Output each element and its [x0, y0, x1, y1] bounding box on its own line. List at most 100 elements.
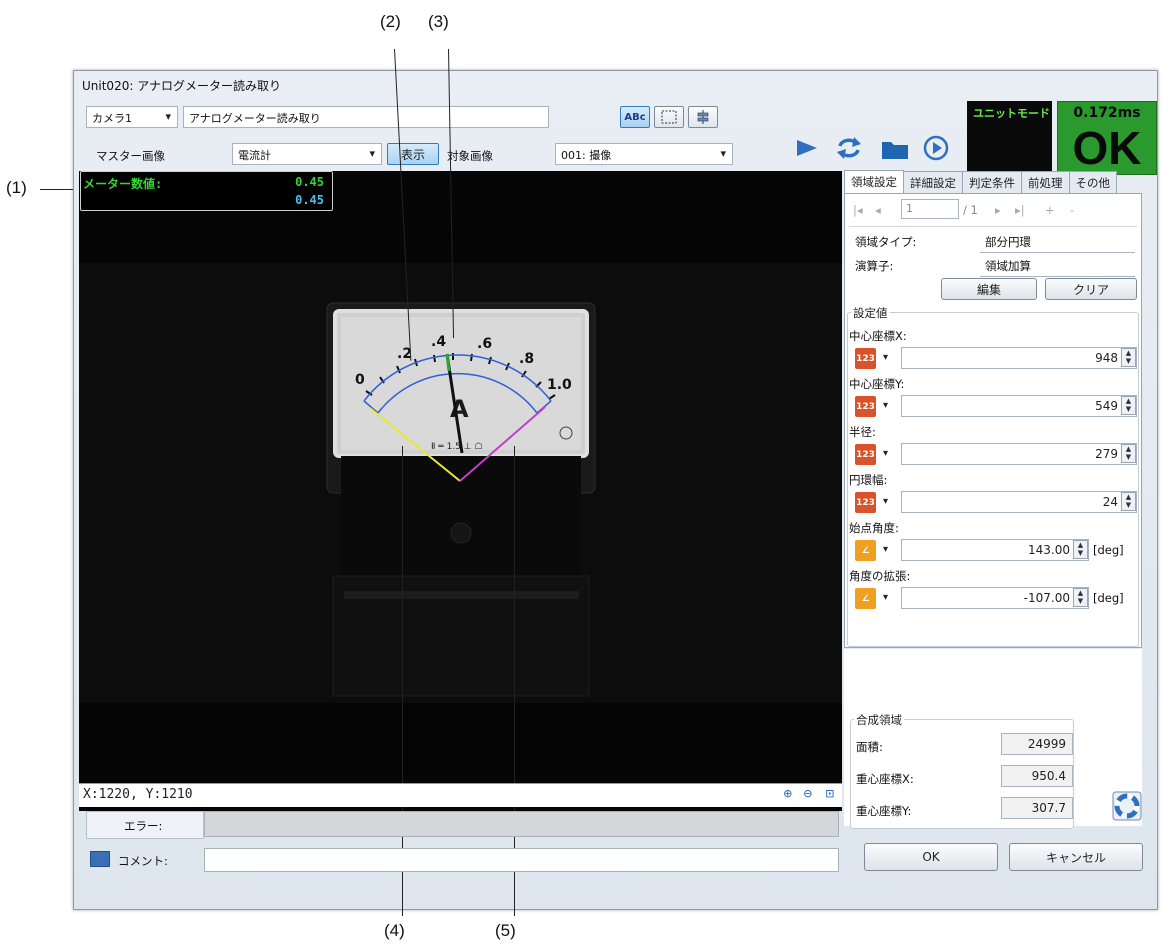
start-angle-input[interactable]: 143.00 [901, 539, 1089, 561]
nav-page-input[interactable]: 1 [901, 199, 959, 219]
operator-value: 領域加算 [985, 259, 1031, 273]
callout-1: (1) [6, 178, 27, 197]
target-image-label: 対象画像 [447, 149, 493, 163]
edit-button[interactable]: 編集 [941, 278, 1037, 300]
chevron-down-icon[interactable]: ▾ [883, 592, 888, 603]
abc-button[interactable]: ABc [620, 106, 650, 128]
master-image-select[interactable]: 電流計 [232, 143, 382, 165]
param-value: 24 [1102, 495, 1118, 509]
abc-button-label: ABc [624, 111, 646, 123]
123-icon[interactable]: 123 [855, 492, 876, 513]
nav-prev-icon[interactable]: ◂ [875, 203, 881, 217]
region-type-value: 部分円環 [985, 235, 1031, 249]
nav-total: / 1 [963, 203, 978, 217]
spinner[interactable]: ▲ ▼ [1073, 588, 1088, 607]
comment-input[interactable] [204, 848, 839, 872]
cursor-coordinates: X:1220, Y:1210 [83, 787, 193, 802]
nav-last-icon[interactable]: ▸| [1015, 203, 1025, 217]
callout-5: (5) [495, 921, 516, 940]
run-circle-icon[interactable] [922, 134, 950, 162]
chevron-down-icon[interactable]: ▾ [883, 544, 888, 555]
cog-y-label: 重心座標Y: [856, 804, 912, 818]
chevron-down-icon[interactable]: ▾ [883, 496, 888, 507]
readout-label: メーター数値: [83, 177, 163, 191]
param-value: -107.00 [1023, 591, 1070, 605]
spinner[interactable]: ▲ ▼ [1073, 540, 1088, 559]
param-label: 中心座標X: [849, 329, 907, 343]
angle-icon[interactable]: ∠ [855, 540, 876, 561]
dialog-window: Unit020: アナログメーター読み取り カメラ1 アナログメーター読み取り … [73, 48, 1158, 916]
meter-scale: 0 .2 .4 .6 .8 1.0 A Ⅱ ═ 1.5 ⊥ ☖ [355, 334, 573, 482]
image-view[interactable]: 0 .2 .4 .6 .8 1.0 A Ⅱ ═ 1.5 ⊥ ☖ メーター数値: … [79, 171, 842, 811]
scale-label: .4 [431, 334, 446, 350]
angle-icon[interactable]: ∠ [855, 588, 876, 609]
zoom-in-icon[interactable]: ⊕ [784, 786, 792, 802]
123-icon[interactable]: 123 [855, 348, 876, 369]
callout-2: (2) [380, 12, 401, 31]
help-lifebuoy-icon[interactable] [1112, 791, 1142, 821]
tab-other[interactable]: その他 [1068, 171, 1117, 193]
region-type-underline [980, 252, 1135, 253]
align-button[interactable] [688, 106, 718, 128]
region-frame-button[interactable] [654, 106, 684, 128]
center-x-input[interactable]: 948 [901, 347, 1137, 369]
param-label: 始点角度: [849, 521, 899, 535]
spinner[interactable]: ▲ ▼ [1121, 444, 1136, 463]
spinner[interactable]: ▲ ▼ [1121, 492, 1136, 511]
fit-icon[interactable]: ⊡ [826, 786, 834, 802]
ring-width-input[interactable]: 24 [901, 491, 1137, 513]
readout-value-2: 0.45 [295, 193, 324, 207]
dotted-frame-icon [661, 110, 677, 124]
chevron-down-icon[interactable]: ▾ [883, 352, 888, 363]
cancel-button[interactable]: キャンセル [1009, 843, 1143, 871]
param-label: 中心座標Y: [849, 377, 905, 391]
tab-judgement[interactable]: 判定条件 [962, 171, 1022, 193]
tab-region[interactable]: 領域設定 [844, 170, 904, 194]
keyboard-icon[interactable] [90, 851, 110, 867]
unit-name-input[interactable]: アナログメーター読み取り [183, 106, 549, 128]
spinner[interactable]: ▲ ▼ [1121, 396, 1136, 415]
meter-footer: Ⅱ ═ 1.5 ⊥ ☖ [431, 442, 483, 452]
folder-icon[interactable] [880, 137, 910, 161]
nav-divider [849, 226, 1137, 227]
repeat-icon[interactable] [834, 134, 864, 162]
operator-underline [980, 276, 1135, 277]
add-region-icon[interactable]: + [1045, 203, 1055, 217]
ok-button[interactable]: OK [864, 843, 998, 871]
center-y-input[interactable]: 549 [901, 395, 1137, 417]
camera-select[interactable]: カメラ1 [86, 106, 178, 128]
angle-extent-input[interactable]: -107.00 [901, 587, 1089, 609]
camera-select-value: カメラ1 [92, 112, 132, 125]
tab-preprocess[interactable]: 前処理 [1021, 171, 1070, 193]
readout-value-1: 0.45 [295, 175, 324, 189]
nav-next-icon[interactable]: ▸ [995, 203, 1001, 217]
edit-button-label: 編集 [976, 282, 1001, 297]
tab-detail[interactable]: 詳細設定 [903, 171, 963, 193]
composite-group-title: 合成領域 [854, 712, 904, 728]
clear-button-label: クリア [1072, 282, 1109, 297]
callout-4: (4) [384, 921, 405, 940]
settings-tabs: 領域設定 詳細設定 判定条件 前処理 その他 [844, 170, 1117, 195]
nav-first-icon[interactable]: |◂ [853, 203, 863, 217]
123-icon[interactable]: 123 [855, 396, 876, 417]
callout-4-line [402, 446, 403, 916]
chevron-down-icon[interactable]: ▾ [883, 448, 888, 459]
target-image-select[interactable]: 001: 撮像 [555, 143, 733, 165]
radius-input[interactable]: 279 [901, 443, 1137, 465]
master-image-value: 電流計 [238, 149, 271, 162]
settings-group-title: 設定値 [851, 305, 890, 321]
param-value: 279 [1095, 447, 1118, 461]
param-value: 143.00 [1028, 543, 1070, 557]
remove-region-icon[interactable]: - [1070, 203, 1074, 217]
operator-label: 演算子: [855, 259, 894, 273]
clear-button[interactable]: クリア [1045, 278, 1137, 300]
chevron-down-icon[interactable]: ▾ [883, 400, 888, 411]
play-icon[interactable] [794, 136, 820, 160]
spinner[interactable]: ▲ ▼ [1121, 348, 1136, 367]
show-button[interactable]: 表示 [387, 143, 439, 165]
zoom-out-icon[interactable]: ⊖ [804, 786, 812, 802]
unit-label: [deg] [1093, 591, 1124, 605]
param-label: 角度の拡張: [849, 569, 911, 583]
123-icon[interactable]: 123 [855, 444, 876, 465]
param-value: 549 [1095, 399, 1118, 413]
